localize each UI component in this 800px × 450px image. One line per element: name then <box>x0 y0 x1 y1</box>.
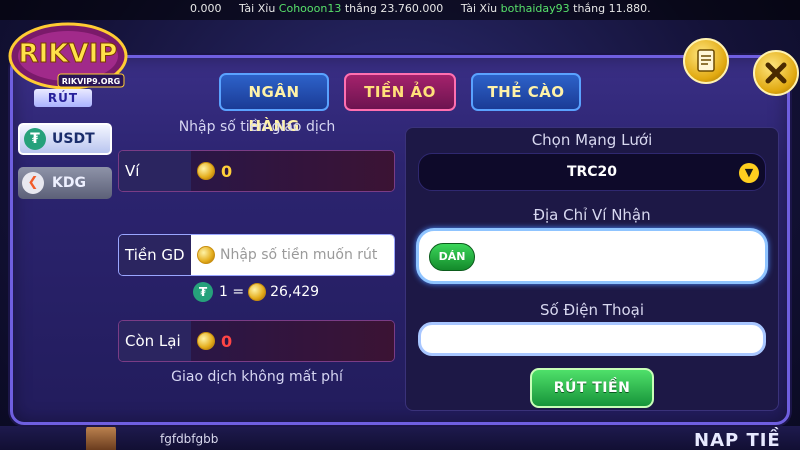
amount-section-title: Nhập số tiền giao dịch <box>178 119 336 135</box>
deposit-banner: NAP TIỀ <box>694 430 781 450</box>
withdraw-button[interactable]: RÚT TIỀN <box>530 368 654 408</box>
lobby-bottom-strip <box>0 426 800 450</box>
tab-bank[interactable]: NGÂN HÀNG <box>219 73 329 135</box>
amount-input[interactable] <box>220 247 390 263</box>
ticker-game: Tài Xỉu <box>460 2 498 15</box>
ticker-item: Tài Xỉu Cohooon13 thắng 23.760.000 <box>239 0 443 18</box>
phone-label: Số Điện Thoại <box>540 301 644 319</box>
wallet-balance: 0 <box>221 161 233 181</box>
svg-text:RIKVIP9.ORG: RIKVIP9.ORG <box>62 77 121 86</box>
amount-row: Tiền GD <box>118 234 395 276</box>
receipt-icon <box>697 49 715 72</box>
gold-coin-icon <box>248 283 267 301</box>
gold-coin-icon <box>197 246 215 264</box>
rikvip-logo: RIKVIP RIKVIP9.ORG <box>8 22 128 90</box>
ticker-game: Tài Xỉu <box>239 2 276 15</box>
currency-kdg-button[interactable]: ❮ KDG <box>18 167 112 199</box>
paste-button[interactable]: DÁN <box>429 243 475 271</box>
remaining-row: Còn Lại 0 <box>118 320 395 362</box>
network-value: TRC20 <box>566 164 618 180</box>
wallet-label: Ví <box>119 151 191 191</box>
ticker-amount: 23.760.000 <box>380 2 444 15</box>
rate-value: 26,429 <box>270 284 320 300</box>
remaining-label: Còn Lại <box>119 321 191 361</box>
ticker-amount: 11.880. <box>608 2 651 15</box>
currency-label: USDT <box>52 131 95 147</box>
tab-card[interactable]: THẺ CÀO <box>471 73 581 111</box>
ticker-user: Cohooon13 <box>278 2 342 15</box>
rate-left: 1 = <box>219 284 245 300</box>
exchange-rate: ₮ 1 = 26,429 <box>193 282 319 302</box>
ticker-verb: thắng <box>573 2 606 15</box>
tether-icon: ₮ <box>24 128 46 150</box>
network-select[interactable]: TRC20 ▼ <box>418 153 766 191</box>
fee-note: Giao dịch không mất phí <box>171 369 343 385</box>
ticker-item: Tài Xỉu bothaiday93 thắng 11.880. <box>461 0 651 18</box>
ticker-user: bothaiday93 <box>500 2 570 15</box>
gold-coin-icon <box>197 332 215 350</box>
wallet-row: Ví 0 <box>118 150 395 192</box>
amount-label: Tiền GD <box>119 235 191 275</box>
tab-crypto[interactable]: TIỀN ẢO <box>344 73 456 111</box>
tether-icon: ₮ <box>193 282 213 302</box>
currency-label: KDG <box>52 175 86 191</box>
svg-text:RIKVIP: RIKVIP <box>19 39 118 69</box>
wallet-address-input[interactable]: DÁN <box>416 228 768 284</box>
network-label: Chọn Mạng Lưới <box>531 131 653 149</box>
history-button[interactable] <box>683 38 729 84</box>
chevron-down-icon[interactable]: ▼ <box>739 163 759 183</box>
remaining-balance: 0 <box>221 331 233 351</box>
phone-input[interactable] <box>418 322 766 356</box>
close-button[interactable] <box>753 50 799 96</box>
kdg-icon: ❮ <box>22 172 44 194</box>
close-icon <box>765 62 787 84</box>
section-label-withdraw: RÚT <box>34 89 92 107</box>
ticker-verb: thắng <box>344 2 377 15</box>
amount-input-box <box>191 235 394 275</box>
currency-usdt-button[interactable]: ₮ USDT <box>18 123 112 155</box>
wallet-value-box: 0 <box>191 151 394 191</box>
address-label: Địa Chỉ Ví Nhận <box>533 206 651 224</box>
ticker-amount: 0.000 <box>190 2 222 15</box>
player-avatar <box>86 424 116 450</box>
remaining-value-box: 0 <box>191 321 394 361</box>
ticker-item: 0.000 <box>190 0 222 18</box>
gold-coin-icon <box>197 162 215 180</box>
player-name: fgfdbfgbb <box>160 432 219 446</box>
